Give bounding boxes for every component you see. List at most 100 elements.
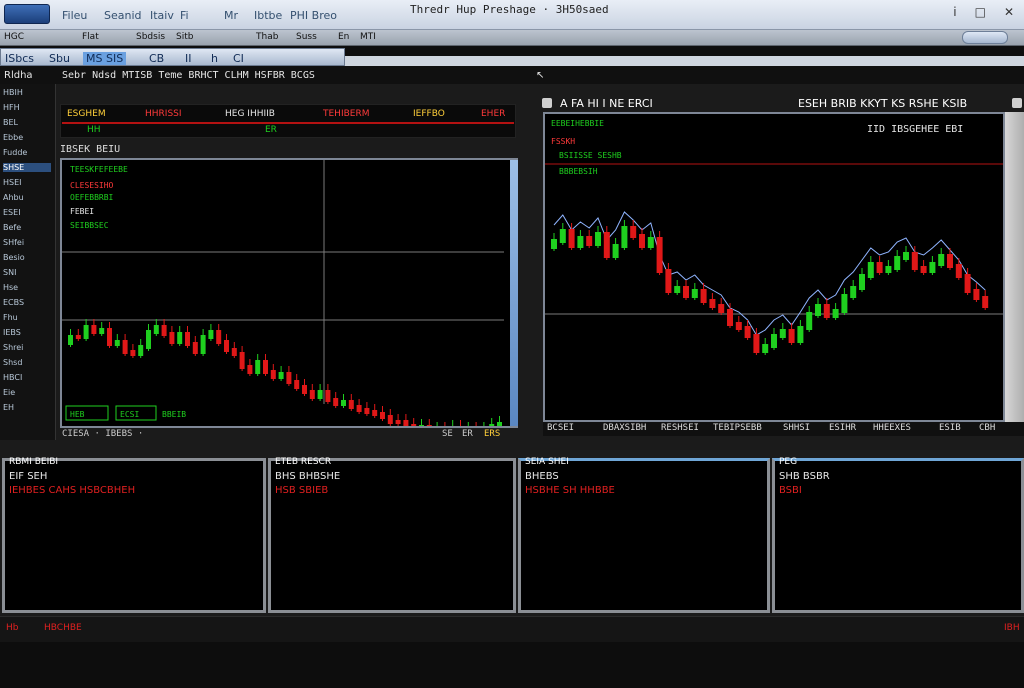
ticker-item[interactable]: IEFFBO [413,109,445,119]
tab-watchlist[interactable]: ISbcs Sbu MS SIS CB II h CI [0,48,345,66]
ticker-item[interactable]: HHRISSI [145,109,182,119]
candle[interactable] [779,329,786,338]
candle[interactable] [964,274,971,293]
sidebar-item[interactable]: IEBS [3,328,21,337]
candle[interactable] [612,244,619,258]
candle[interactable] [586,236,593,246]
candle[interactable] [973,289,980,300]
candle[interactable] [850,286,857,298]
close-icon[interactable]: ✕ [1004,5,1014,19]
menu-item-phi[interactable]: PHI Breo [290,9,337,22]
candle[interactable] [75,335,81,339]
sidebar-item[interactable]: SNI [3,268,16,277]
candle[interactable] [270,370,276,379]
candle[interactable] [130,350,136,356]
candle[interactable] [68,335,73,345]
candle[interactable] [177,332,183,344]
candle[interactable] [161,325,167,336]
sidebar-item[interactable]: Fudde [3,148,27,157]
menu-item-table[interactable]: Ibtbe [254,9,282,22]
toolbar-item-thab[interactable]: Thab [256,32,278,42]
candle[interactable] [788,329,795,343]
candle[interactable] [278,372,284,379]
candle[interactable] [859,274,865,290]
sidebar-item[interactable]: Ahbu [3,193,24,202]
candle[interactable] [551,239,557,249]
menu-item-mr[interactable]: Mr [224,9,238,22]
candle[interactable] [239,352,245,369]
candle[interactable] [577,236,584,248]
minimize-icon[interactable]: i [953,5,956,19]
candle[interactable] [559,229,566,243]
candle[interactable] [762,344,769,353]
sidebar-item[interactable]: Shsd [3,358,22,367]
candle[interactable] [894,256,901,270]
candle[interactable] [489,424,495,432]
candle[interactable] [403,420,409,428]
menu-item-fi[interactable]: Fi [180,9,189,22]
candle[interactable] [83,325,89,339]
ticker-item[interactable]: EHER [481,109,505,119]
candle[interactable] [603,232,610,258]
candle[interactable] [639,234,645,248]
sidebar-item[interactable]: HBIH [3,88,23,97]
candle[interactable] [411,424,417,431]
sidebar-item[interactable]: HBCI [3,373,22,382]
candle[interactable] [341,400,346,406]
candle[interactable] [595,232,601,246]
candle[interactable] [216,330,222,344]
toolbar-item-flat[interactable]: Flat [82,32,99,42]
candle[interactable] [630,226,637,238]
ticker-item[interactable]: HEG IHHIIB [225,109,275,119]
sidebar-item[interactable]: HSEI [3,178,22,187]
candle[interactable] [753,334,760,353]
candle[interactable] [200,335,206,354]
sidebar-item[interactable]: Hse [3,283,18,292]
candle[interactable] [107,328,112,346]
chart1-svg[interactable]: TEESKFEFEEBE CLESESIHO OEFEBBRBI FEBEI S… [62,160,504,438]
candle[interactable] [674,286,681,293]
candle[interactable] [744,326,751,338]
candle[interactable] [700,289,707,303]
candle[interactable] [797,326,804,343]
candle[interactable] [185,332,190,346]
toolbar-item-sitb[interactable]: Sitb [176,32,193,42]
sidebar-item[interactable]: HFH [3,103,20,112]
menu-item-search[interactable]: Seanid [104,9,142,22]
sidebar-item[interactable]: ESEI [3,208,21,217]
bottom-panel-4[interactable]: PEG SHB BSBR BSBI [772,457,1024,613]
candle[interactable] [806,312,813,330]
sidebar-item[interactable]: Shrei [3,343,23,352]
candle[interactable] [364,408,370,414]
candle[interactable] [122,340,128,354]
candle[interactable] [727,309,733,326]
candle[interactable] [91,325,97,334]
candle[interactable] [709,299,716,308]
candle[interactable] [231,348,237,356]
candle[interactable] [348,400,354,409]
menu-item-view[interactable]: Itaiv [150,9,174,22]
candle[interactable] [683,286,689,298]
ticker-item[interactable]: HH [87,125,101,135]
candle[interactable] [356,405,362,412]
candle[interactable] [192,342,198,354]
candle[interactable] [247,365,253,374]
bottom-panel-2[interactable]: ETEB RESCR BHS BHBSHE HSB SBIEB [268,457,516,613]
candle[interactable] [419,425,424,431]
search-toggle-button[interactable] [962,31,1008,44]
candle[interactable] [911,252,918,270]
ticker-item[interactable]: ER [265,125,277,135]
candle[interactable] [286,372,292,384]
candle[interactable] [691,289,698,298]
sidebar-item[interactable]: SHfei [3,238,24,247]
sidebar-item[interactable]: ECBS [3,298,24,307]
bottom-panel-1[interactable]: RBMI BEIBI EIF SEH IEHBES CAHS HSBCBHEH [2,457,266,613]
sidebar-item[interactable]: Eie [3,388,15,397]
candle[interactable] [621,226,628,248]
candle[interactable] [302,385,307,394]
candle[interactable] [138,345,144,356]
candle[interactable] [317,390,323,399]
candle[interactable] [568,229,575,248]
chart2-panel[interactable]: EEBEIHEBBIE FSSKH BSIISSE SESHB BBBEBSIH… [543,112,1005,422]
candle[interactable] [832,309,839,318]
